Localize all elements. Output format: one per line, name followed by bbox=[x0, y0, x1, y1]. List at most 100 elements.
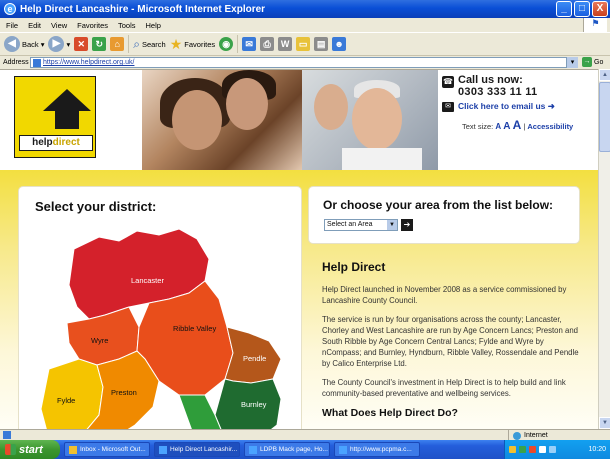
scroll-down-icon[interactable]: ▼ bbox=[599, 417, 610, 429]
label-ribble-text: Ribble Valley bbox=[173, 324, 216, 333]
toolbar-separator bbox=[237, 35, 239, 53]
back-button[interactable]: ◀ Back ▾ bbox=[4, 36, 44, 52]
scroll-up-icon[interactable]: ▲ bbox=[599, 69, 610, 81]
text-size-divider: | bbox=[523, 122, 526, 131]
address-bar: Address https://www.helpdirect.org.uk/ ▾… bbox=[0, 56, 610, 68]
tray-icon[interactable] bbox=[539, 446, 546, 453]
photo-older-couple bbox=[302, 70, 438, 170]
area-select-value: Select an Area bbox=[327, 221, 373, 228]
search-label: Search bbox=[141, 39, 166, 49]
page-viewport: helpdirect ☎ Call us now: 0303 333 11 11 bbox=[0, 69, 598, 429]
label-preston: Preston bbox=[111, 388, 137, 397]
stop-icon[interactable]: ✕ bbox=[74, 37, 89, 51]
email-link[interactable]: Click here to email us ➜ bbox=[458, 101, 555, 112]
messenger-icon[interactable]: ☻ bbox=[332, 37, 347, 51]
label-lancaster: Lancaster bbox=[131, 276, 164, 285]
window-title: Help Direct Lancashire - Microsoft Inter… bbox=[20, 3, 266, 15]
back-label: Back bbox=[22, 39, 39, 49]
zone-label: Internet bbox=[524, 432, 548, 439]
area-go-button[interactable]: ➔ bbox=[401, 219, 413, 231]
menu-file[interactable]: File bbox=[6, 21, 18, 30]
contact-box: ☎ Call us now: 0303 333 11 11 ✉ Click he… bbox=[442, 74, 592, 166]
call-label: Call us now: bbox=[458, 74, 523, 86]
tray-icon[interactable] bbox=[519, 446, 526, 453]
menu-help[interactable]: Help bbox=[146, 21, 161, 30]
text-size-small[interactable]: A bbox=[495, 122, 501, 131]
ie-icon bbox=[249, 445, 257, 454]
windows-logo-icon bbox=[5, 444, 16, 455]
menu-view[interactable]: View bbox=[51, 21, 67, 30]
research-icon[interactable]: ▤ bbox=[314, 37, 329, 51]
area-select[interactable]: Select an Area ▼ bbox=[324, 219, 398, 231]
menubar: File Edit View Favorites Tools Help ⚑ bbox=[0, 18, 610, 32]
search-icon: ⌕ bbox=[133, 36, 140, 51]
phone-number: 0303 333 11 11 bbox=[458, 86, 538, 98]
clock: 10:20 bbox=[588, 446, 606, 453]
logo-word-help: help bbox=[32, 137, 53, 148]
task-helpdirect[interactable]: Help Direct Lancashir... bbox=[154, 442, 240, 457]
tray-icon[interactable] bbox=[529, 446, 536, 453]
search-button[interactable]: ⌕ Search bbox=[133, 37, 166, 52]
status-bar: Internet bbox=[0, 429, 610, 441]
edit-icon[interactable]: W bbox=[278, 37, 293, 51]
globe-icon bbox=[513, 431, 521, 440]
text-size-controls: Text size: A A A | Accessibility bbox=[442, 118, 592, 132]
info-paragraph-2: The service is run by four organisations… bbox=[322, 315, 579, 368]
house-body-icon bbox=[55, 111, 79, 129]
address-input[interactable]: https://www.helpdirect.org.uk/ bbox=[30, 57, 578, 68]
outlook-icon bbox=[69, 445, 77, 454]
back-dropdown-icon: ▾ bbox=[40, 39, 45, 49]
photo-face-shape bbox=[172, 90, 222, 150]
email-arrow-icon: ➜ bbox=[547, 101, 555, 111]
info-section: Help Direct Help Direct launched in Nove… bbox=[322, 260, 584, 419]
help-direct-logo[interactable]: helpdirect bbox=[14, 76, 96, 158]
toolbar-separator bbox=[128, 35, 130, 53]
menu-edit[interactable]: Edit bbox=[28, 21, 41, 30]
task-label: Inbox - Microsoft Out... bbox=[80, 446, 146, 453]
go-button[interactable]: → Go bbox=[582, 56, 608, 68]
area-title: Or choose your area from the list below: bbox=[323, 198, 554, 212]
address-label: Address bbox=[3, 58, 29, 66]
tray-icon[interactable] bbox=[509, 446, 516, 453]
text-size-medium[interactable]: A bbox=[503, 121, 510, 132]
address-dropdown-icon[interactable]: ▾ bbox=[566, 57, 578, 68]
refresh-icon[interactable]: ↻ bbox=[92, 37, 107, 51]
minimize-button[interactable]: _ bbox=[556, 1, 572, 17]
accessibility-link[interactable]: Accessibility bbox=[527, 122, 573, 131]
scroll-thumb[interactable] bbox=[599, 82, 610, 152]
label-ribble: Ribble Valley bbox=[173, 324, 216, 333]
print-icon[interactable]: ⎙ bbox=[260, 37, 275, 51]
favorites-button[interactable]: ★ Favorites bbox=[170, 36, 215, 53]
window-controls: _ □ X bbox=[556, 1, 608, 17]
maximize-button[interactable]: □ bbox=[574, 1, 590, 17]
text-size-label: Text size: bbox=[462, 122, 494, 131]
task-pcpma[interactable]: http://www.pcpma.c... bbox=[334, 442, 420, 457]
ie-icon: e bbox=[4, 3, 16, 15]
start-button[interactable]: start bbox=[0, 440, 60, 459]
mail-icon[interactable]: ✉ bbox=[242, 37, 257, 51]
task-outlook[interactable]: Inbox - Microsoft Out... bbox=[64, 442, 150, 457]
folder-icon[interactable]: ▭ bbox=[296, 37, 311, 51]
speaker-icon[interactable] bbox=[549, 446, 556, 453]
go-label: Go bbox=[594, 58, 604, 66]
label-pendle: Pendle bbox=[243, 354, 266, 363]
task-ldpb[interactable]: LDPB Mack page, Ho... bbox=[244, 442, 330, 457]
menu-tools[interactable]: Tools bbox=[118, 21, 136, 30]
text-size-large[interactable]: A bbox=[513, 118, 522, 132]
home-icon[interactable]: ⌂ bbox=[110, 37, 125, 51]
task-label: http://www.pcpma.c... bbox=[350, 446, 412, 453]
photo-face-shape bbox=[352, 88, 402, 150]
email-link-text: Click here to email us bbox=[458, 101, 546, 111]
vertical-scrollbar[interactable]: ▲ ▼ bbox=[598, 69, 610, 429]
address-url: https://www.helpdirect.org.uk/ bbox=[43, 59, 135, 66]
windows-flag-icon: ⚑ bbox=[583, 18, 607, 32]
info-paragraph-1: Help Direct launched in November 2008 as… bbox=[322, 285, 567, 305]
forward-button[interactable]: ▶ ▾ bbox=[48, 36, 70, 52]
area-panel: Or choose your area from the list below:… bbox=[308, 186, 580, 244]
district-fylde[interactable] bbox=[40, 358, 104, 429]
close-button[interactable]: X bbox=[592, 1, 608, 17]
media-icon[interactable]: ◉ bbox=[219, 37, 234, 51]
menu-favorites[interactable]: Favorites bbox=[77, 21, 108, 30]
house-roof-icon bbox=[43, 89, 91, 111]
task-label: LDPB Mack page, Ho... bbox=[260, 446, 328, 453]
